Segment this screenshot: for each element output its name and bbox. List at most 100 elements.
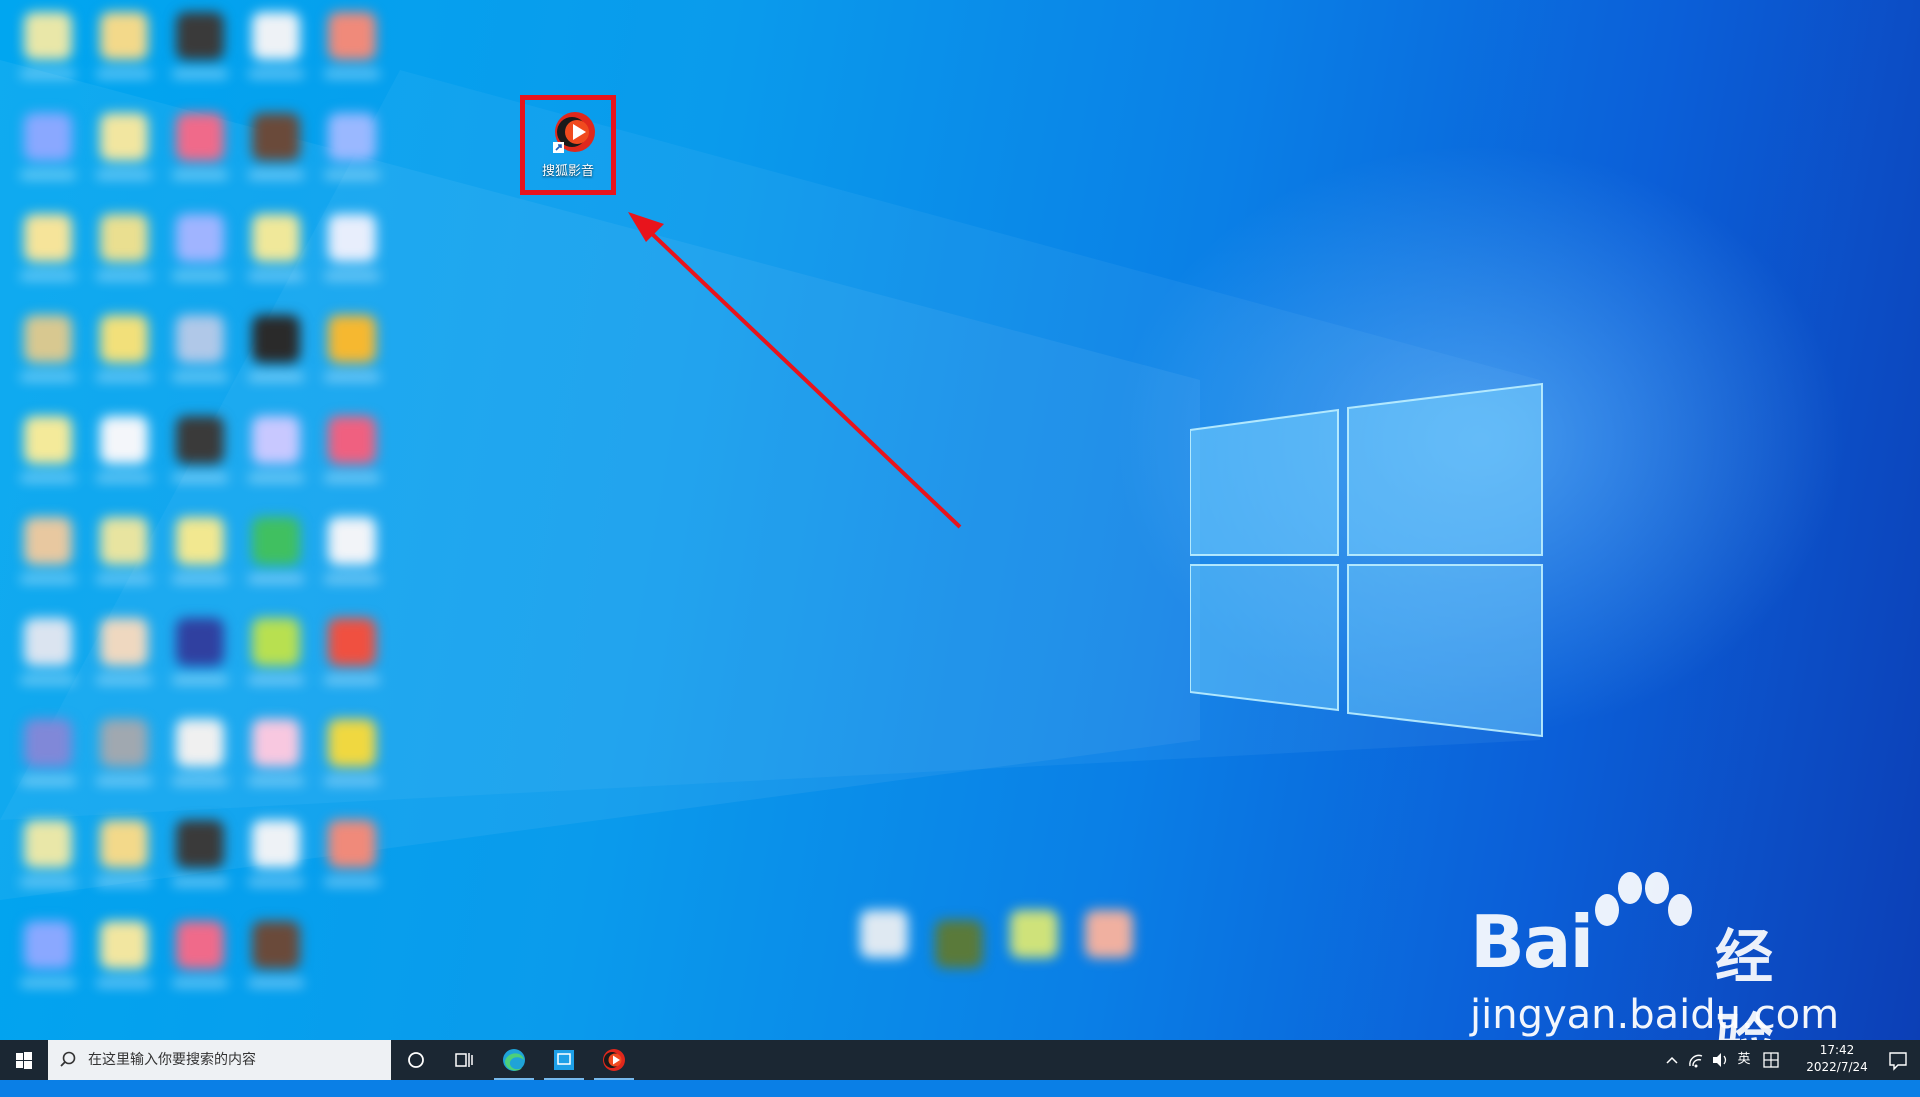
action-center-button[interactable] [1876, 1040, 1920, 1080]
blurred-icon [328, 517, 376, 565]
blurred-icon-label [20, 373, 76, 381]
blurred-icon [328, 416, 376, 464]
blurred-icon-label [248, 272, 304, 280]
blurred-icon [100, 921, 148, 969]
tray-overflow-button[interactable] [1660, 1040, 1684, 1080]
blurred-icon [24, 618, 72, 666]
blurred-icon-label [96, 575, 152, 583]
blurred-icon [328, 315, 376, 363]
blurred-icon-label [248, 171, 304, 179]
ime-button[interactable]: 英 [1732, 1040, 1756, 1080]
blurred-icon [252, 719, 300, 767]
blurred-icon-label [248, 777, 304, 785]
blurred-icon [176, 719, 224, 767]
blurred-icon [176, 214, 224, 262]
blurred-icon-label [172, 373, 228, 381]
shortcut-label: 搜狐影音 [541, 164, 594, 179]
taskbar-search-box[interactable]: 在这里输入你要搜索的内容 [48, 1040, 391, 1080]
blurred-icon [100, 12, 148, 60]
search-placeholder: 在这里输入你要搜索的内容 [88, 1052, 256, 1068]
blurred-icon-label [248, 676, 304, 684]
blurred-icon-label [248, 878, 304, 886]
blurred-icon [252, 921, 300, 969]
blurred-icon [252, 618, 300, 666]
blurred-icon-label [20, 70, 76, 78]
blurred-icon-label [248, 979, 304, 987]
blurred-icon-label [96, 373, 152, 381]
blurred-icon-label [324, 373, 380, 381]
blurred-icon-label [172, 777, 228, 785]
blurred-icon [252, 820, 300, 868]
wifi-icon [1689, 1054, 1703, 1068]
blurred-icon [100, 416, 148, 464]
blurred-icon-label [96, 272, 152, 280]
sohu-video-taskbar-button[interactable] [590, 1040, 638, 1080]
volume-button[interactable] [1708, 1040, 1732, 1080]
blurred-icon [252, 517, 300, 565]
network-button[interactable] [1684, 1040, 1708, 1080]
blurred-icon [24, 921, 72, 969]
blurred-icon [24, 719, 72, 767]
edge-taskbar-button[interactable] [490, 1040, 538, 1080]
sohu-video-icon [553, 112, 595, 153]
windows-start-icon [16, 1052, 32, 1069]
blurred-icon [24, 315, 72, 363]
store-taskbar-button[interactable] [540, 1040, 588, 1080]
blurred-icon-label [172, 676, 228, 684]
taskbar: 在这里输入你要搜索的内容 英 17:42 2022/7/24 [0, 1040, 1920, 1080]
blurred-icon-label [248, 474, 304, 482]
blurred-icon [328, 618, 376, 666]
blurred-icon [176, 315, 224, 363]
blurred-icon-label [172, 171, 228, 179]
blurred-desktop-icons [10, 0, 380, 1000]
blurred-icon [176, 12, 224, 60]
blurred-icon [24, 820, 72, 868]
blurred-icon [328, 820, 376, 868]
watermark-brand: Bai [1470, 900, 1594, 984]
blurred-icon-label [324, 70, 380, 78]
blurred-icon [176, 517, 224, 565]
blurred-icon [328, 113, 376, 161]
blurred-icon [176, 416, 224, 464]
blurred-icon-label [20, 878, 76, 886]
blurred-icon [100, 214, 148, 262]
blurred-icon [252, 12, 300, 60]
blurred-icon [100, 719, 148, 767]
blurred-icon-label [324, 171, 380, 179]
blurred-icon [252, 113, 300, 161]
blurred-icon [100, 113, 148, 161]
blurred-icon [176, 618, 224, 666]
cortana-icon [408, 1052, 424, 1068]
blurred-desktop-icons-bottom [840, 900, 1140, 1000]
blurred-icon-label [96, 171, 152, 179]
blurred-icon-label [20, 474, 76, 482]
blurred-icon [100, 517, 148, 565]
blurred-icon-label [172, 878, 228, 886]
blurred-icon-label [324, 878, 380, 886]
edge-icon [503, 1049, 525, 1071]
desktop: 搜狐影音 Bai 经验 jingyan.baidu.com [0, 0, 1920, 1040]
watermark-url: jingyan.baidu.com [1470, 992, 1840, 1038]
blurred-icon [935, 920, 983, 968]
sohu-video-shortcut[interactable]: 搜狐影音 [520, 95, 616, 195]
baidu-watermark: Bai 经验 jingyan.baidu.com [1470, 870, 1840, 1040]
blurred-icon-label [172, 979, 228, 987]
blurred-icon [1085, 910, 1133, 958]
blurred-icon [24, 113, 72, 161]
blurred-icon-label [20, 171, 76, 179]
blurred-icon-label [324, 575, 380, 583]
blurred-icon-label [324, 474, 380, 482]
notification-icon [1889, 1052, 1907, 1071]
cortana-button[interactable] [392, 1040, 440, 1080]
baidu-paw-icon [1595, 872, 1692, 926]
blurred-icon-label [20, 777, 76, 785]
task-view-button[interactable] [440, 1040, 488, 1080]
blurred-icon [24, 214, 72, 262]
blurred-icon-label [248, 70, 304, 78]
blurred-icon-label [324, 676, 380, 684]
clock[interactable]: 17:42 2022/7/24 [1802, 1042, 1872, 1076]
blurred-icon-label [20, 272, 76, 280]
start-button[interactable] [0, 1040, 48, 1080]
ime-mode-button[interactable] [1758, 1040, 1784, 1080]
blurred-icon [100, 820, 148, 868]
